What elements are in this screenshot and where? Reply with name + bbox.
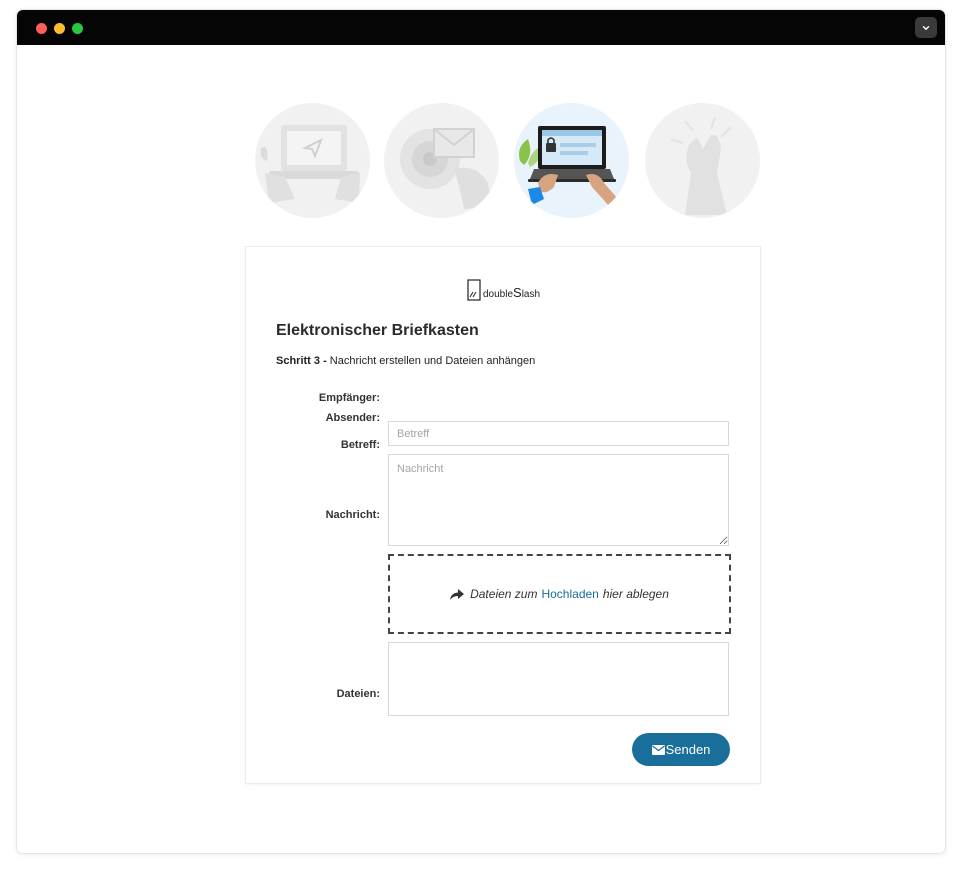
page-title: Elektronischer Briefkasten — [276, 322, 479, 339]
high-five-icon — [670, 116, 732, 215]
form-card: doubleSlash Elektronischer Briefkasten S… — [246, 247, 760, 783]
step-description: Schritt 3 - Nachricht erstellen und Date… — [276, 355, 536, 367]
envelope-icon — [651, 744, 665, 755]
recipient-label: Empfänger: — [318, 392, 380, 404]
send-button[interactable]: Senden — [632, 733, 730, 766]
dropzone-text-end: hier ablegen — [602, 587, 669, 601]
laptop-send-icon — [260, 125, 360, 203]
chevron-down-icon — [922, 25, 930, 30]
file-dropzone[interactable]: Dateien zum Hochladen hier ablegen — [388, 554, 731, 634]
close-window-button[interactable] — [36, 23, 47, 34]
dropzone-text: Dateien zum — [470, 587, 538, 601]
send-label: Senden — [665, 742, 711, 757]
subject-input[interactable] — [388, 421, 729, 446]
laptop-lock-icon — [519, 126, 618, 207]
step-2-circle — [384, 103, 499, 218]
window-menu-button[interactable] — [915, 17, 937, 38]
step-1-circle — [255, 103, 370, 218]
title-bar — [17, 10, 945, 45]
message-textarea[interactable] — [388, 454, 729, 546]
company-logo: doubleSlash — [467, 277, 540, 301]
subject-label: Betreff: — [340, 439, 380, 451]
mail-open-icon — [400, 128, 492, 209]
step-4-circle — [645, 103, 760, 218]
share-arrow-icon — [450, 588, 465, 600]
progress-steps — [17, 103, 945, 219]
files-label: Dateien: — [336, 688, 380, 700]
logo-mark-icon — [467, 279, 481, 301]
upload-link[interactable]: Hochladen — [541, 587, 598, 601]
message-label: Nachricht: — [325, 509, 380, 521]
browser-window: doubleSlash Elektronischer Briefkasten S… — [17, 10, 945, 853]
maximize-window-button[interactable] — [72, 23, 83, 34]
sender-label: Absender: — [325, 412, 380, 424]
file-list — [388, 642, 729, 716]
logo-wordmark: doubleSlash — [483, 285, 541, 300]
step-3-circle-active — [514, 103, 629, 218]
minimize-window-button[interactable] — [54, 23, 65, 34]
